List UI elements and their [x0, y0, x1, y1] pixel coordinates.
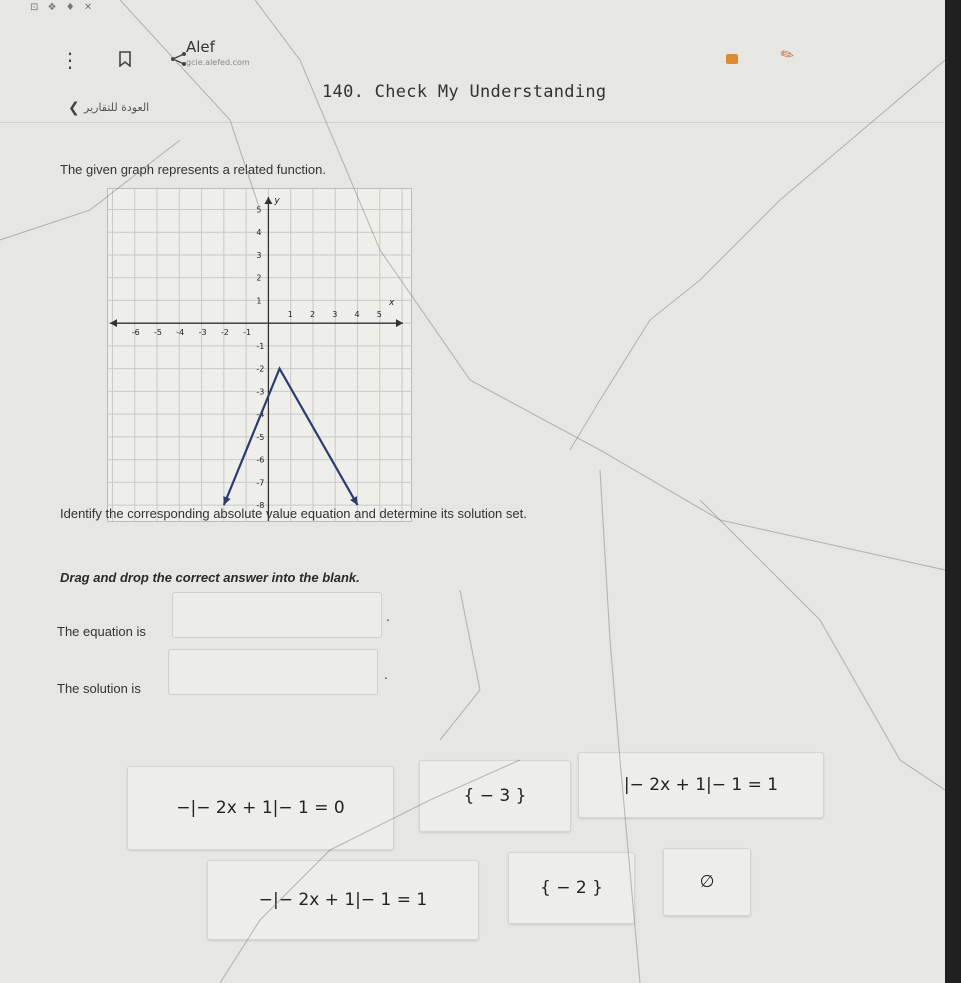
x-tick-label: -1: [243, 328, 251, 337]
y-axis-up-arrow: [264, 197, 273, 204]
graph: x y -6 -5 -4 -3 -2 -1 1 2 3 4 5 5 4 3 2 1 -1 -2 -3 -4 -5 -6 -7 -8: [107, 188, 412, 522]
x-axis-label: x: [388, 298, 395, 308]
x-tick-label: -3: [199, 328, 207, 337]
more-vertical-icon[interactable]: ⋮: [60, 48, 80, 72]
equation-period: .: [386, 610, 390, 624]
answer-tile[interactable]: −|− 2x + 1|− 1 = 1: [207, 860, 479, 940]
solution-label: The solution is: [57, 681, 141, 696]
equation-label: The equation is: [57, 624, 146, 639]
header-divider: [0, 122, 945, 123]
x-tick-label: 1: [288, 310, 293, 319]
bookmark-icon[interactable]: [118, 48, 132, 72]
y-tick-label: 5: [256, 205, 261, 214]
y-tick-label: -3: [256, 387, 264, 396]
y-tick-label: 1: [256, 296, 261, 305]
topbar-actions: ⋮: [60, 48, 188, 72]
page-title: 140. Check My Understanding: [322, 82, 607, 102]
answer-tile[interactable]: { − 2 }: [508, 852, 635, 924]
x-tick-label: 2: [310, 310, 315, 319]
equation-drop-zone[interactable]: [172, 592, 382, 638]
status-bar-icons: ⊡ ❖ ♦ ✕: [30, 2, 96, 13]
y-tick-label: 3: [256, 251, 261, 260]
x-tick-label: -6: [132, 328, 140, 337]
back-chevron-icon[interactable]: ❮: [68, 100, 80, 116]
answer-tile[interactable]: ∅: [663, 848, 751, 916]
y-axis-label: y: [273, 196, 280, 206]
x-tick-label: 3: [332, 310, 337, 319]
answer-tile[interactable]: −|− 2x + 1|− 1 = 0: [127, 766, 394, 850]
y-tick-label: -6: [256, 456, 264, 465]
notification-icon[interactable]: [726, 54, 738, 64]
question-identify: Identify the corresponding absolute valu…: [60, 506, 527, 521]
y-tick-label: -7: [256, 478, 264, 487]
x-tick-label: -2: [221, 328, 229, 337]
x-axis-left-arrow: [110, 319, 117, 328]
solution-period: .: [384, 668, 388, 682]
x-tick-label: -4: [176, 328, 184, 337]
pencil-icon[interactable]: ✎: [777, 41, 802, 66]
y-tick-label: 4: [256, 228, 261, 237]
answer-tile[interactable]: { − 3 }: [419, 760, 571, 832]
x-tick-label: 5: [377, 310, 382, 319]
back-link[interactable]: العودة للتقارير: [84, 101, 149, 114]
answer-tile[interactable]: |− 2x + 1|− 1 = 1: [578, 752, 824, 818]
y-tick-label: 2: [256, 274, 261, 283]
app-url: gcie.alefed.com: [186, 58, 250, 67]
y-tick-label: -2: [256, 365, 264, 374]
x-tick-label: 4: [355, 310, 360, 319]
solution-drop-zone[interactable]: [168, 649, 378, 695]
question-intro: The given graph represents a related fun…: [60, 162, 326, 177]
y-tick-label: -5: [256, 433, 264, 442]
x-tick-label: -5: [154, 328, 162, 337]
app-title: Alef: [186, 38, 215, 56]
screen: ⊡ ❖ ♦ ✕ ⋮ Alef gcie.alefed.com ✎ ❮ العود…: [0, 0, 945, 983]
graph-svg: xy-6 -5 -4 -3 -2 -11 2 3 4 554321-1-2-3-4-5-6-7-8: [108, 189, 411, 521]
y-tick-label: -1: [256, 342, 264, 351]
drag-instruction: Drag and drop the correct answer into th…: [60, 570, 360, 585]
